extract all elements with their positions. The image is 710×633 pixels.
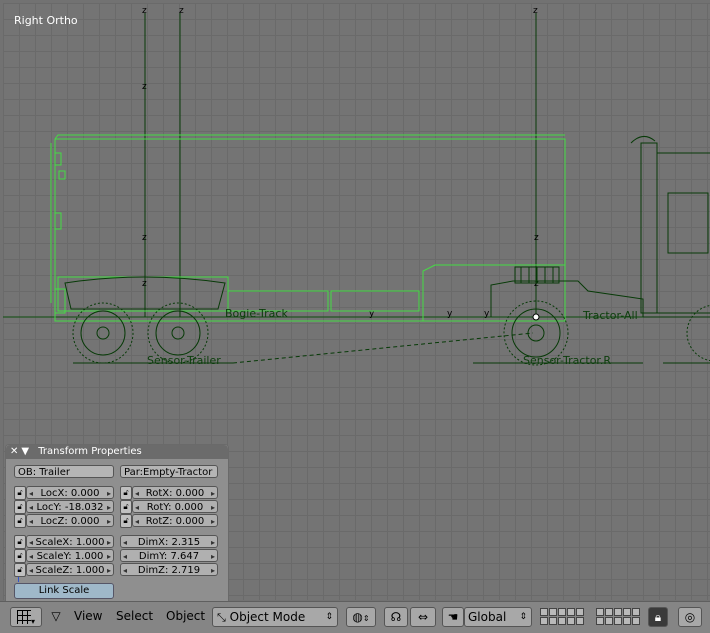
view-menu[interactable]: View bbox=[72, 607, 104, 627]
layer-button[interactable] bbox=[540, 617, 548, 625]
layer-buttons[interactable] bbox=[540, 607, 640, 627]
lock-icon[interactable]: 🔓︎ bbox=[120, 500, 132, 514]
panel-title: Transform Properties bbox=[38, 446, 142, 457]
locy-field[interactable]: ◂ LocY: -18.032 ▸ bbox=[26, 500, 114, 513]
collapse-triangle-icon[interactable]: ▼ bbox=[21, 446, 29, 457]
layer-button[interactable] bbox=[558, 617, 566, 625]
scalez-field[interactable]: ◂ ScaleZ: 1.000 ▸ bbox=[26, 563, 114, 576]
layer-button[interactable] bbox=[596, 608, 604, 616]
blender-window: z z z z z z z z y y y Sensor-Trailer Bog… bbox=[0, 0, 710, 633]
grid-icon bbox=[16, 610, 31, 624]
lock-icon[interactable]: 🔓︎ bbox=[14, 563, 26, 577]
layer-button[interactable] bbox=[596, 617, 604, 625]
label-tractor-all: Tractor-All bbox=[582, 309, 638, 322]
label-sensor-tractor: Sensor-Tractor.R bbox=[523, 354, 611, 367]
layer-button[interactable] bbox=[632, 617, 640, 625]
label-sensor-trailer: Sensor-Trailer bbox=[147, 354, 221, 367]
draw-type-select[interactable]: ◍⇕ bbox=[346, 607, 376, 627]
cursor-marker bbox=[18, 577, 19, 582]
axis-z-label-2: z bbox=[179, 6, 184, 16]
editor-type-button[interactable]: ▾ bbox=[10, 607, 42, 627]
sphere-shading-icon: ◍ bbox=[352, 610, 363, 624]
hand-icon[interactable]: ☚ bbox=[442, 607, 464, 627]
trailer-selected bbox=[50, 134, 566, 322]
layer-button[interactable] bbox=[623, 617, 631, 625]
mode-select[interactable]: ⤡ Object Mode ⇕ bbox=[212, 607, 338, 627]
layer-button[interactable] bbox=[540, 608, 548, 616]
tractor bbox=[232, 136, 710, 366]
layer-button[interactable] bbox=[549, 608, 557, 616]
layer-button[interactable] bbox=[567, 608, 575, 616]
collapse-menus-icon[interactable]: ▽ bbox=[48, 607, 64, 627]
axis-z-label-5: z bbox=[142, 233, 147, 243]
object-mode-icon: ⤡ bbox=[217, 611, 226, 624]
bogie-wheels bbox=[64, 276, 233, 364]
mode-select-value: Object Mode bbox=[229, 610, 306, 624]
dimy-field[interactable]: ◂ DimY: 7.647 ▸ bbox=[120, 549, 218, 562]
render-icon[interactable]: ◎ bbox=[678, 607, 702, 627]
lock-icon[interactable]: 🔓︎ bbox=[14, 486, 26, 500]
layer-button[interactable] bbox=[576, 617, 584, 625]
select-menu[interactable]: Select bbox=[114, 607, 155, 627]
lock-icon[interactable]: 🔓︎ bbox=[14, 500, 26, 514]
lock-icon[interactable]: 🔒︎ bbox=[648, 607, 668, 627]
panel-header[interactable]: ✕ ▼ Transform Properties bbox=[6, 445, 228, 459]
lock-icon[interactable]: 🔓︎ bbox=[14, 514, 26, 528]
axis-z-label-3: z bbox=[533, 6, 538, 16]
object-name-field[interactable]: OB: Trailer bbox=[14, 465, 114, 478]
rotx-field[interactable]: ◂ RotX: 0.000 ▸ bbox=[132, 486, 218, 499]
layer-button[interactable] bbox=[567, 617, 575, 625]
scaley-field[interactable]: ◂ ScaleY: 1.000 ▸ bbox=[26, 549, 114, 562]
layer-button[interactable] bbox=[614, 608, 622, 616]
close-icon[interactable]: ✕ bbox=[10, 446, 18, 457]
locz-field[interactable]: ◂ LocZ: 0.000 ▸ bbox=[26, 514, 114, 527]
rotz-field[interactable]: ◂ RotZ: 0.000 ▸ bbox=[132, 514, 218, 527]
viewport-view-label: Right Ortho bbox=[14, 14, 78, 27]
axis-y-label-2: y bbox=[447, 309, 453, 319]
dimz-field[interactable]: ◂ DimZ: 2.719 ▸ bbox=[120, 563, 218, 576]
orientation-select-value: Global bbox=[468, 610, 507, 624]
axis-z-label-1: z bbox=[142, 6, 147, 16]
link-scale-button[interactable]: Link Scale bbox=[14, 583, 114, 599]
layer-button[interactable] bbox=[605, 608, 613, 616]
dimx-field[interactable]: ◂ DimX: 2.315 ▸ bbox=[120, 535, 218, 548]
object-menu[interactable]: Object bbox=[164, 607, 207, 627]
layer-button[interactable] bbox=[558, 608, 566, 616]
layer-button[interactable] bbox=[576, 608, 584, 616]
updown-arrows-icon: ⇕ bbox=[519, 612, 527, 622]
roty-field[interactable]: ◂ RotY: 0.000 ▸ bbox=[132, 500, 218, 513]
lock-icon[interactable]: 🔓︎ bbox=[120, 514, 132, 528]
lock-icon[interactable]: 🔓︎ bbox=[14, 549, 26, 563]
lock-icon[interactable]: 🔓︎ bbox=[120, 486, 132, 500]
orientation-select[interactable]: Global ⇕ bbox=[464, 607, 532, 627]
axis-z-label-4: z bbox=[142, 82, 147, 92]
parent-field[interactable]: Par:Empty-Tractor bbox=[120, 465, 218, 478]
label-bogie-track: Bogie-Track bbox=[225, 307, 288, 320]
scalex-field[interactable]: ◂ ScaleX: 1.000 ▸ bbox=[26, 535, 114, 548]
3d-view-header: ▾ ▽ View Select Object ⤡ Object Mode ⇕ ◍… bbox=[0, 601, 710, 633]
layer-button[interactable] bbox=[623, 608, 631, 616]
pivot-icon[interactable]: ☊ bbox=[384, 607, 408, 627]
axis-z-label-7: z bbox=[534, 233, 539, 243]
locx-field[interactable]: ◂ LocX: 0.000 ▸ bbox=[26, 486, 114, 499]
layer-button[interactable] bbox=[632, 608, 640, 616]
axis-y-label-3: y bbox=[484, 309, 490, 319]
axis-z-label-6: z bbox=[142, 279, 147, 289]
updown-arrows-icon: ⇕ bbox=[325, 612, 333, 622]
layer-button[interactable] bbox=[605, 617, 613, 625]
layer-button[interactable] bbox=[549, 617, 557, 625]
lock-icon[interactable]: 🔓︎ bbox=[14, 535, 26, 549]
manipulator-icon[interactable]: ⇔ bbox=[410, 607, 436, 627]
transform-properties-panel[interactable]: ✕ ▼ Transform Properties OB: Trailer Par:… bbox=[5, 444, 229, 602]
layer-button[interactable] bbox=[614, 617, 622, 625]
